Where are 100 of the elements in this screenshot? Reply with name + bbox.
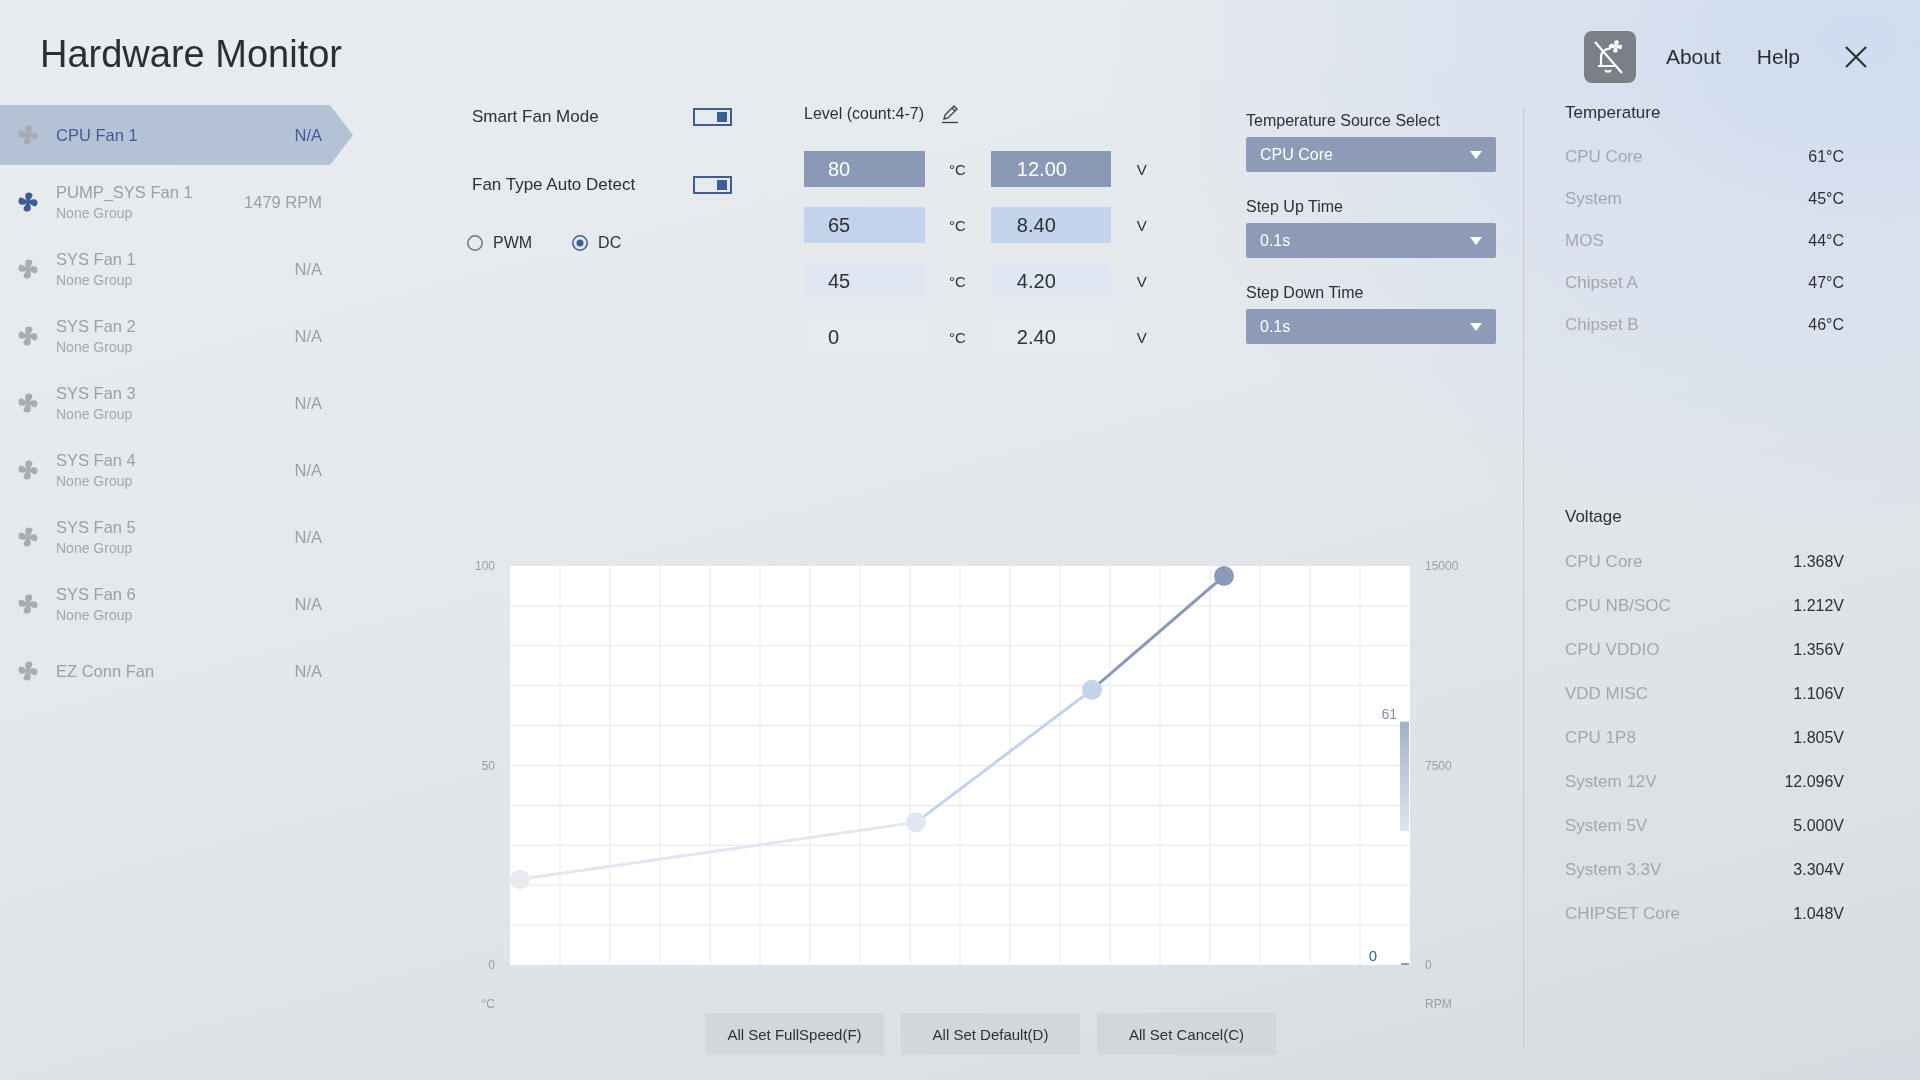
voltage-field[interactable]: 12.00: [990, 151, 1111, 187]
temperature-field[interactable]: 65: [804, 207, 925, 243]
bell-slash-icon[interactable]: [1583, 31, 1636, 83]
sensor-label: System 3.3V: [1565, 860, 1662, 880]
unit-label: °C: [949, 328, 966, 346]
axis-tick-label: 7500: [1425, 758, 1452, 773]
unit-label: V: [1136, 272, 1147, 290]
fan-name: SYS Fan 4: [56, 450, 137, 471]
fan-group: None Group: [56, 605, 295, 625]
section-heading: Voltage: [1565, 507, 1622, 527]
sensor-label: Chipset B: [1565, 315, 1639, 335]
sensor-label: CPU NB/SOC: [1565, 596, 1671, 616]
fan-list-item[interactable]: EZ Conn Fan N/A: [0, 641, 353, 701]
voltage-field[interactable]: 4.20: [990, 263, 1111, 299]
fan-list-item[interactable]: SYS Fan 4 None Group N/A: [0, 440, 353, 500]
fan-group: None Group: [56, 203, 245, 223]
toggle-label: Fan Type Auto Detect: [472, 175, 636, 195]
sensor-value: 1.368V: [1793, 553, 1844, 571]
fan-speed: N/A: [294, 393, 322, 413]
sensor-label: CHIPSET Core: [1565, 904, 1680, 924]
fan-speed: N/A: [294, 594, 322, 614]
fan-name: SYS Fan 6: [56, 584, 137, 605]
gauge-reading: 61: [1381, 705, 1397, 722]
fan-list-item[interactable]: SYS Fan 5 None Group N/A: [0, 507, 353, 567]
fan-list-item[interactable]: PUMP_SYS Fan 1 None Group 1479 RPM: [0, 172, 353, 232]
curve-point[interactable]: [1214, 566, 1234, 586]
sensor-value: 5.000V: [1793, 817, 1844, 835]
fan-name: CPU Fan 1: [56, 125, 139, 146]
sensor-label: MOS: [1565, 231, 1604, 251]
axis-unit-label: RPM: [1425, 997, 1452, 1011]
radio-label: DC: [598, 234, 622, 252]
menu-link[interactable]: About: [1665, 45, 1721, 69]
fan-group: None Group: [56, 270, 295, 290]
section-heading: Temperature: [1565, 103, 1661, 123]
unit-label: °C: [949, 272, 966, 290]
sensor-value: 44°C: [1808, 232, 1844, 250]
menu-link[interactable]: Help: [1756, 45, 1800, 69]
fan-list-item[interactable]: SYS Fan 6 None Group N/A: [0, 574, 353, 634]
toggle-label: Smart Fan Mode: [472, 107, 599, 127]
sensor-label: CPU VDDIO: [1565, 640, 1660, 660]
caret-icon: [1470, 236, 1482, 245]
toggle-switch[interactable]: [693, 176, 732, 194]
sensor-value: 1.048V: [1793, 905, 1844, 923]
unit-label: V: [1136, 160, 1147, 178]
sensor-label: System 12V: [1565, 772, 1657, 792]
action-button[interactable]: All Set Default(D): [901, 1013, 1080, 1055]
sensor-value: 45°C: [1808, 190, 1844, 208]
axis-tick-label: 15000: [1425, 559, 1459, 573]
rpm-marker: [1401, 963, 1409, 965]
voltage-field[interactable]: 8.40: [990, 207, 1111, 243]
fan-group: None Group: [56, 337, 295, 357]
fan-speed: N/A: [294, 326, 322, 346]
sensor-value: 1.356V: [1793, 641, 1844, 659]
dropdown-label: Step Down Time: [1246, 283, 1365, 303]
fan-speed: 1479 RPM: [244, 192, 322, 212]
fan-list-item[interactable]: SYS Fan 2 None Group N/A: [0, 306, 353, 366]
fan-speed: N/A: [294, 460, 322, 480]
sensor-label: CPU Core: [1565, 552, 1643, 572]
close-icon[interactable]: [1845, 46, 1867, 68]
sensor-label: CPU Core: [1565, 147, 1643, 167]
fan-speed: N/A: [294, 661, 322, 681]
fan-speed: N/A: [294, 259, 322, 279]
unit-label: V: [1136, 216, 1147, 234]
radio-button[interactable]: [467, 235, 483, 251]
sensor-value: 61°C: [1808, 148, 1844, 166]
sensor-value: 1.212V: [1793, 597, 1844, 615]
axis-tick-label: 50: [481, 758, 495, 773]
pencil-icon[interactable]: [940, 104, 961, 124]
action-button[interactable]: All Set Cancel(C): [1097, 1013, 1276, 1055]
sensor-value: 46°C: [1808, 316, 1844, 334]
sensor-value: 47°C: [1808, 274, 1844, 292]
fan-name: EZ Conn Fan: [56, 661, 156, 682]
dropdown[interactable]: CPU Core: [1246, 137, 1496, 172]
sensor-label: VDD MISC: [1565, 684, 1649, 704]
sensor-value: 1.805V: [1793, 729, 1844, 747]
fan-list-item[interactable]: SYS Fan 1 None Group N/A: [0, 239, 353, 299]
caret-icon: [1470, 322, 1482, 331]
fan-speed: N/A: [294, 527, 322, 547]
fan-name: SYS Fan 3: [56, 383, 137, 404]
sensor-value: 12.096V: [1784, 773, 1844, 791]
axis-tick-label: 0: [1425, 958, 1432, 972]
gauge-reading: 0: [1368, 947, 1377, 964]
sensor-label: System: [1565, 189, 1622, 209]
dropdown-label: Temperature Source Select: [1246, 111, 1441, 131]
sensor-value: 1.106V: [1793, 685, 1844, 703]
temperature-field[interactable]: 45: [804, 263, 925, 299]
fan-speed: N/A: [294, 125, 322, 145]
sensor-label: System 5V: [1565, 816, 1648, 836]
sensor-value: 3.304V: [1793, 861, 1844, 879]
fan-list-item[interactable]: CPU Fan 1 N/A: [0, 105, 353, 165]
dropdown[interactable]: 0.1s: [1246, 309, 1496, 344]
temperature-field[interactable]: 80: [804, 151, 925, 187]
radio-button[interactable]: [572, 235, 589, 251]
dropdown[interactable]: 0.1s: [1246, 223, 1496, 258]
action-button[interactable]: All Set FullSpeed(F): [705, 1013, 884, 1055]
fan-list-item[interactable]: SYS Fan 3 None Group N/A: [0, 373, 353, 433]
toggle-switch[interactable]: [693, 108, 732, 126]
sensor-label: CPU 1P8: [1565, 728, 1636, 748]
axis-unit-label: °C: [481, 997, 495, 1011]
fan-name: SYS Fan 5: [56, 517, 137, 538]
